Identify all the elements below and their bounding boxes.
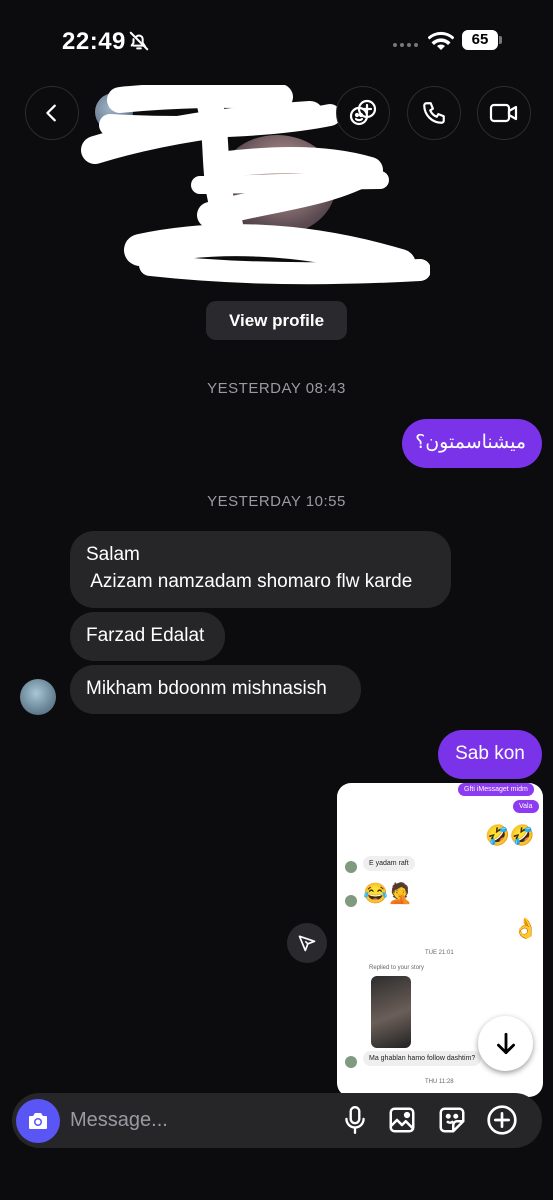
microphone-icon xyxy=(345,1105,365,1135)
screenshot-avatar xyxy=(345,895,357,907)
screenshot-text: TUE 21:01 xyxy=(425,950,454,956)
sender-avatar[interactable] xyxy=(20,679,56,715)
add-button[interactable] xyxy=(486,1104,518,1136)
clock: 22:49 xyxy=(62,28,126,55)
screenshot-text: Replied to your story xyxy=(369,965,425,971)
message-bubble-outgoing[interactable]: Sab kon xyxy=(438,730,542,779)
add-people-icon xyxy=(349,99,377,126)
screenshot-emoji: 😂🤦 xyxy=(363,883,413,905)
screenshot-text: THU 11:28 xyxy=(425,1079,454,1085)
battery-tip xyxy=(499,36,502,44)
screenshot-text: Vala xyxy=(513,800,539,813)
plus-circle-icon xyxy=(487,1105,517,1135)
camera-icon xyxy=(29,1113,47,1129)
scroll-down-button[interactable] xyxy=(478,1016,533,1071)
screenshot-story-thumbnail xyxy=(371,976,411,1048)
back-button[interactable] xyxy=(25,86,79,140)
message-input[interactable] xyxy=(70,1106,320,1134)
message-bubble-incoming[interactable]: Mikham bdoonm mishnasish xyxy=(70,665,361,714)
video-camera-icon xyxy=(489,103,518,123)
signal-icon xyxy=(393,42,421,48)
microphone-button[interactable] xyxy=(339,1104,371,1136)
view-profile-button[interactable]: View profile xyxy=(206,301,347,340)
arrow-down-icon xyxy=(496,1032,515,1054)
screenshot-text: E yadam raft xyxy=(363,856,415,871)
screenshot-text: Gfti iMessaget midm xyxy=(458,783,534,796)
message-bubble-incoming[interactable]: Farzad Edalat xyxy=(70,612,225,661)
screenshot-avatar xyxy=(345,861,357,873)
status-bar: 22:49 65 xyxy=(0,0,553,80)
video-call-button[interactable] xyxy=(477,86,531,140)
gallery-button[interactable] xyxy=(386,1104,418,1136)
battery-indicator: 65 xyxy=(462,30,498,50)
share-button[interactable] xyxy=(287,923,327,963)
send-icon xyxy=(298,935,316,952)
audio-call-button[interactable] xyxy=(407,86,461,140)
bell-off-icon xyxy=(129,31,149,51)
wifi-icon xyxy=(428,31,454,50)
add-people-button[interactable] xyxy=(336,86,390,140)
image-icon xyxy=(389,1107,415,1133)
phone-icon xyxy=(423,102,445,124)
timestamp: YESTERDAY 08:43 xyxy=(207,380,346,397)
sticker-icon xyxy=(439,1107,465,1133)
camera-button[interactable] xyxy=(16,1099,60,1143)
message-bubble-incoming[interactable]: Salam Azizam namzadam shomaro flw karde xyxy=(70,531,451,608)
screenshot-emoji: 👌 xyxy=(513,918,538,940)
screenshot-text: Ma ghablan hamo follow dashtim? xyxy=(363,1051,482,1066)
timestamp: YESTERDAY 10:55 xyxy=(207,493,346,510)
screenshot-emoji: 🤣🤣 xyxy=(485,825,535,847)
screenshot-avatar xyxy=(345,1056,357,1068)
message-bubble-outgoing[interactable]: میشناسمتون؟ xyxy=(402,419,542,468)
sticker-button[interactable] xyxy=(436,1104,468,1136)
chevron-left-icon xyxy=(46,104,56,122)
